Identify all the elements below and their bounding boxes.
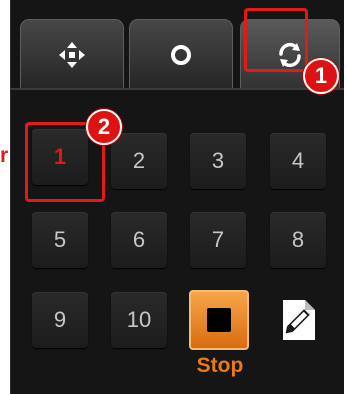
stop-label: Stop [196, 354, 244, 377]
stop-square-icon [207, 308, 231, 332]
preset-2-button[interactable]: 2 [111, 133, 167, 189]
tab-divider [10, 88, 344, 90]
preset-9-button[interactable]: 9 [32, 292, 88, 348]
preset-3-button[interactable]: 3 [190, 133, 246, 189]
tab-move[interactable] [20, 19, 124, 89]
callout-badge-1: 1 [303, 58, 339, 94]
edit-preset-button[interactable] [274, 295, 324, 345]
preset-7-button[interactable]: 7 [190, 212, 246, 268]
record-circle-icon [171, 44, 191, 65]
preset-8-button[interactable]: 8 [270, 212, 326, 268]
stop-button[interactable] [189, 290, 249, 350]
refresh-tab-highlight [244, 8, 308, 72]
preset-6-button[interactable]: 6 [111, 212, 167, 268]
tab-record[interactable] [129, 19, 233, 89]
callout-badge-2: 2 [86, 109, 122, 145]
preset-10-button[interactable]: 10 [111, 292, 167, 348]
move-arrows-icon [59, 41, 85, 68]
edit-document-icon [283, 300, 315, 340]
edge-text: r [0, 144, 9, 167]
preset-5-button[interactable]: 5 [32, 212, 88, 268]
preset-4-button[interactable]: 4 [270, 133, 326, 189]
